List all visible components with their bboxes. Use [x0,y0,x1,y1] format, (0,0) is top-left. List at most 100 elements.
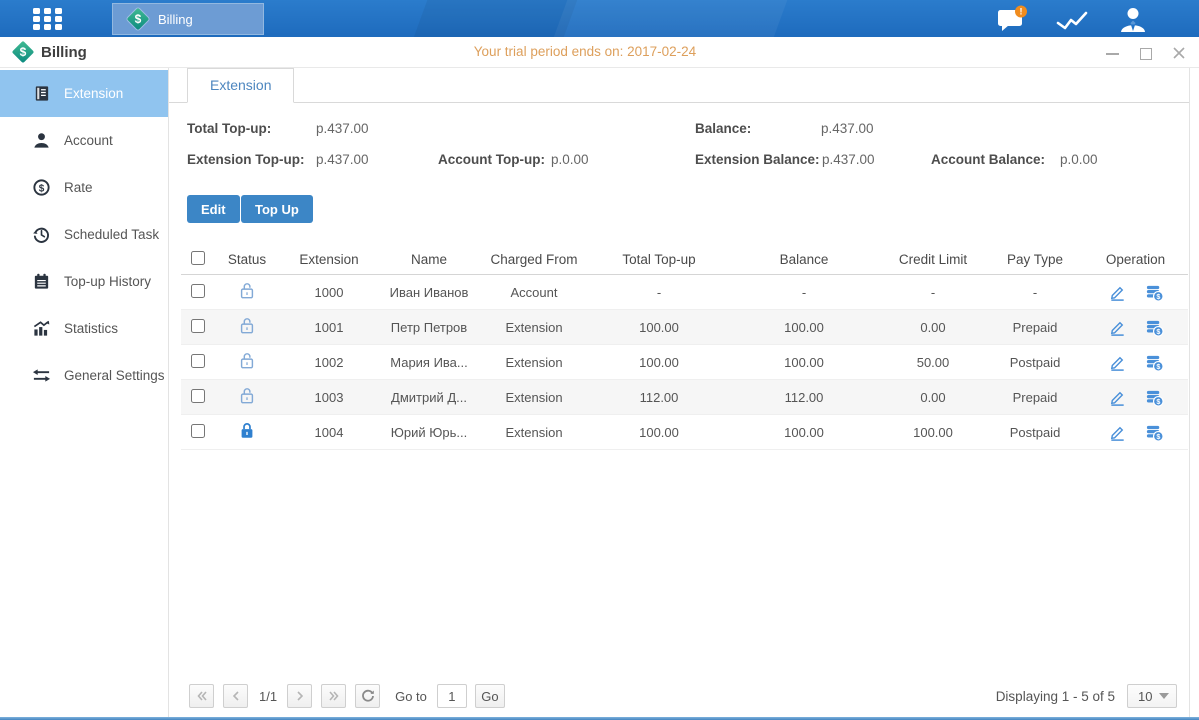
cell-total-topup: 100.00 [589,320,729,335]
last-page-button[interactable] [321,684,346,708]
sidebar-item-account[interactable]: Account [0,117,168,164]
col-extension: Extension [279,252,379,267]
sidebar-item-label: Account [64,133,113,148]
table-row: 1003 Дмитрий Д... Extension 112.00 112.0… [181,380,1188,415]
cell-balance: 100.00 [729,320,879,335]
row-checkbox[interactable] [191,389,205,403]
trial-notice: Your trial period ends on: 2017-02-24 [0,37,1170,68]
col-credit-limit: Credit Limit [879,252,987,267]
row-checkbox[interactable] [191,354,205,368]
cell-charged-from: Extension [479,390,589,405]
page-size-dropdown[interactable]: 10 [1127,684,1177,708]
edit-pencil-icon[interactable] [1108,283,1127,302]
prev-page-button[interactable] [223,684,248,708]
notification-badge: ! [1020,7,1023,17]
sidebar-item-rate[interactable]: $ Rate [0,164,168,211]
col-name: Name [379,252,479,267]
sidebar-item-label: Top-up History [64,274,151,289]
total-topup-label: Total Top-up: [187,121,271,136]
topbar-sheen [549,0,791,37]
balance-value: p.437.00 [821,121,874,136]
account-balance-value: p.0.00 [1060,152,1098,167]
sidebar-item-statistics[interactable]: Statistics [0,305,168,352]
cell-extension: 1004 [279,425,379,440]
svg-text:$: $ [1156,432,1160,440]
cell-total-topup: 112.00 [589,390,729,405]
topup-coins-icon[interactable]: $ [1145,388,1164,407]
cell-total-topup: - [589,285,729,300]
sliders-icon [32,366,51,385]
cell-extension: 1001 [279,320,379,335]
line-chart-icon[interactable] [1054,5,1092,33]
topup-coins-icon[interactable]: $ [1145,353,1164,372]
table-row: 1002 Мария Ива... Extension 100.00 100.0… [181,345,1188,380]
cell-total-topup: 100.00 [589,355,729,370]
svg-text:$: $ [1156,327,1160,335]
cell-balance: 112.00 [729,390,879,405]
taskbar-tab-billing[interactable]: $ Billing [112,3,264,35]
row-checkbox[interactable] [191,284,205,298]
topup-coins-icon[interactable]: $ [1145,423,1164,442]
col-operation: Operation [1083,252,1188,267]
app-launcher-grid-icon[interactable] [33,8,73,30]
page-indicator: 1/1 [259,689,277,704]
goto-label: Go to [395,689,427,704]
edit-pencil-icon[interactable] [1108,353,1127,372]
go-button[interactable]: Go [475,684,505,708]
cell-credit-limit: 50.00 [879,355,987,370]
col-pay-type: Pay Type [987,252,1083,267]
table-header-row: Status Extension Name Charged From Total… [181,245,1188,275]
svg-text:$: $ [1156,292,1160,300]
topup-coins-icon[interactable]: $ [1145,283,1164,302]
extension-balance-value: p.437.00 [822,152,875,167]
refresh-icon[interactable] [355,684,380,708]
cell-charged-from: Extension [479,320,589,335]
cell-balance: - [729,285,879,300]
edit-pencil-icon[interactable] [1108,423,1127,442]
cell-charged-from: Extension [479,355,589,370]
sidebar-item-label: Rate [64,180,93,195]
sidebar-item-general-settings[interactable]: General Settings [0,352,168,399]
balance-label: Balance: [695,121,751,136]
edit-button[interactable]: Edit [187,195,240,223]
row-checkbox[interactable] [191,424,205,438]
cell-credit-limit: 0.00 [879,390,987,405]
minimize-icon[interactable] [1105,45,1121,61]
col-charged-from: Charged From [479,252,589,267]
edit-pencil-icon[interactable] [1108,388,1127,407]
cell-extension: 1000 [279,285,379,300]
select-all-checkbox[interactable] [191,251,205,265]
cell-extension: 1003 [279,390,379,405]
cell-balance: 100.00 [729,355,879,370]
window-title: Billing [41,44,87,61]
sidebar-item-label: General Settings [64,368,165,383]
sidebar-item-extension[interactable]: Extension [0,70,168,117]
close-icon[interactable] [1171,45,1187,61]
cell-credit-limit: 0.00 [879,320,987,335]
col-balance: Balance [729,252,879,267]
row-checkbox[interactable] [191,319,205,333]
tab-extension[interactable]: Extension [187,68,294,103]
top-up-button[interactable]: Top Up [241,195,313,223]
cell-charged-from: Account [479,285,589,300]
edit-pencil-icon[interactable] [1108,318,1127,337]
page-size-value: 10 [1138,689,1152,704]
cell-pay-type: Postpaid [987,355,1083,370]
chat-icon[interactable]: ! [994,5,1032,33]
sidebar-item-topup-history[interactable]: Top-up History [0,258,168,305]
cell-pay-type: Postpaid [987,425,1083,440]
total-topup-value: p.437.00 [316,121,369,136]
first-page-button[interactable] [189,684,214,708]
user-icon[interactable] [1114,5,1152,33]
cell-charged-from: Extension [479,425,589,440]
account-topup-label: Account Top-up: [438,152,545,167]
sidebar-item-scheduled-task[interactable]: Scheduled Task [0,211,168,258]
goto-page-input[interactable] [437,684,467,708]
cell-name: Мария Ива... [379,355,479,370]
person-icon [32,131,51,150]
maximize-icon[interactable] [1138,45,1154,61]
next-page-button[interactable] [287,684,312,708]
table-row: 1001 Петр Петров Extension 100.00 100.00… [181,310,1188,345]
topup-coins-icon[interactable]: $ [1145,318,1164,337]
cell-balance: 100.00 [729,425,879,440]
